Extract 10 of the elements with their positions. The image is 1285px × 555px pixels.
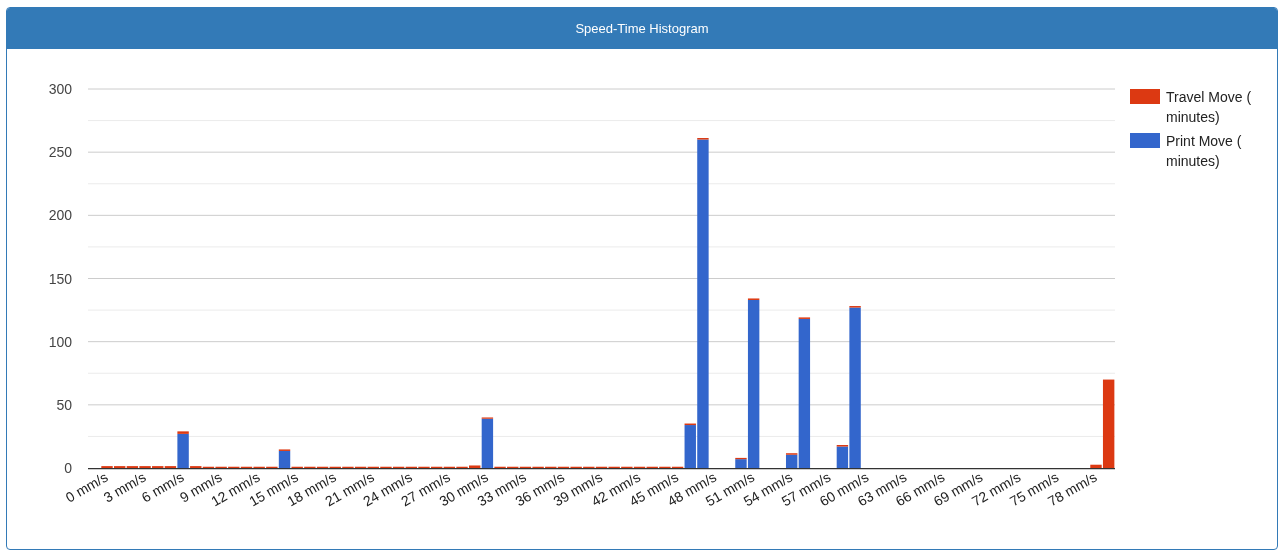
tick-label: 200 (48, 207, 72, 224)
tick-label: 250 (48, 144, 72, 161)
legend-label: Travel Move ( minutes) (1166, 89, 1252, 125)
tick-label: 0 (64, 460, 72, 476)
tick-label: 300 (48, 81, 72, 97)
tick-label: 50 (56, 396, 72, 413)
tick-label: 100 (48, 333, 72, 350)
tick-label: 150 (48, 270, 72, 287)
panel-title: Speed-Time Histogram (7, 8, 1277, 49)
legend-label: Print Move ( minutes) (1166, 133, 1242, 169)
